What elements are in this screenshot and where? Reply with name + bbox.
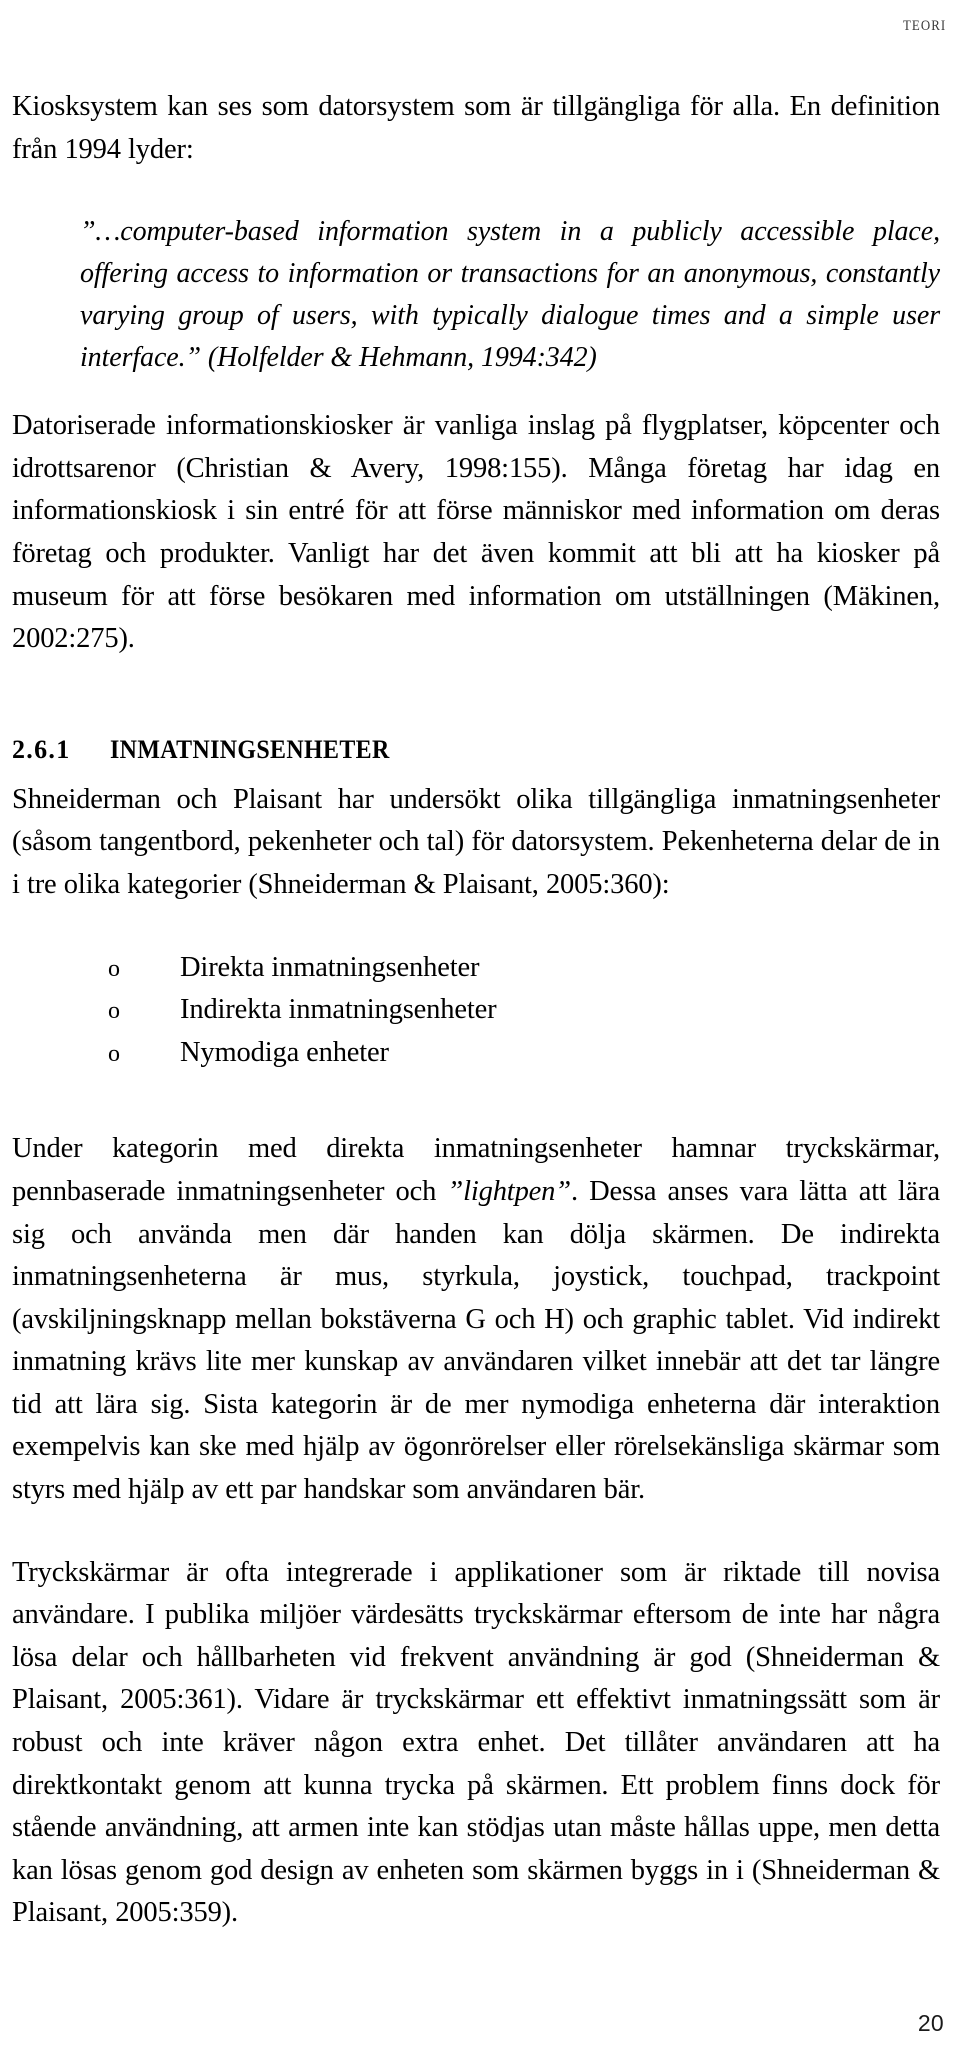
block-quote: ”…computer-based information system in a… bbox=[80, 211, 940, 379]
paragraph-touchscreens: Tryckskärmar är ofta integrerade i appli… bbox=[12, 1556, 940, 1929]
term-lightpen: ”lightpen” bbox=[447, 1175, 571, 1207]
paragraph-categories: Under kategorin med direkta inmatningsen… bbox=[12, 1128, 940, 1511]
list-item: o Indirekta inmatningsenheter bbox=[12, 989, 940, 1032]
list-item-label: Indirekta inmatningsenheter bbox=[180, 994, 497, 1026]
bullet-circle-icon: o bbox=[108, 998, 120, 1025]
category-list: o Direkta inmatningsenheter o Indirekta … bbox=[12, 947, 940, 1075]
paragraph-shneiderman-intro: Shneiderman och Plaisant har undersökt o… bbox=[12, 783, 940, 900]
quote-citation: (Holfelder & Hehmann, 1994:342) bbox=[201, 342, 597, 374]
page-number: 20 bbox=[917, 2010, 944, 2036]
bullet-circle-icon: o bbox=[108, 955, 120, 982]
list-item-label: Nymodiga enheter bbox=[180, 1036, 389, 1068]
quote-text: ”…computer-based information system in a… bbox=[80, 211, 940, 379]
bullet-circle-icon: o bbox=[108, 1040, 120, 1067]
list-item: o Nymodiga enheter bbox=[12, 1032, 940, 1075]
section-number: 2.6.1 bbox=[12, 734, 71, 764]
list-item: o Direkta inmatningsenheter bbox=[12, 947, 940, 990]
page-content: Kiosksystem kan ses som datorsystem som … bbox=[12, 86, 940, 1935]
section-heading: 2.6.1 INMATNINGSENHETER bbox=[12, 735, 940, 765]
section-title: INMATNINGSENHETER bbox=[110, 734, 390, 764]
paragraph-kiosks: Datoriserade informationskiosker är vanl… bbox=[12, 410, 940, 655]
categories-text-after: . Dessa anses vara lätta att lära sig oc… bbox=[12, 1175, 940, 1506]
list-item-label: Direkta inmatningsenheter bbox=[180, 951, 480, 983]
document-page: TEORI Kiosksystem kan ses som datorsyste… bbox=[0, 0, 960, 2051]
paragraph-intro: Kiosksystem kan ses som datorsystem som … bbox=[12, 91, 940, 165]
running-head: TEORI bbox=[902, 18, 946, 34]
